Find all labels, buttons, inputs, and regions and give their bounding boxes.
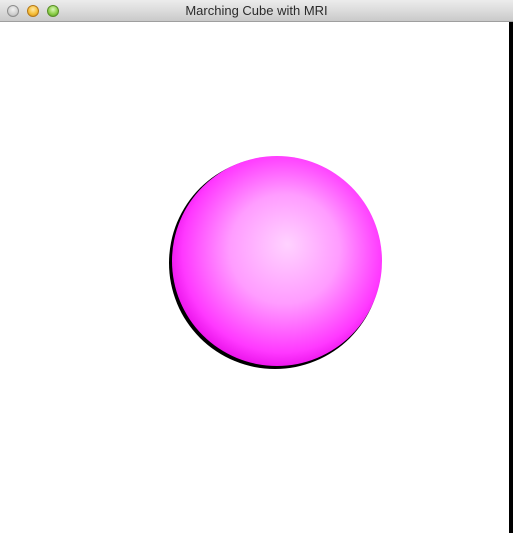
- sphere-body: [172, 156, 382, 366]
- rendered-sphere: [169, 156, 383, 370]
- render-canvas[interactable]: [0, 22, 509, 533]
- window-title: Marching Cube with MRI: [185, 3, 328, 18]
- title-bar[interactable]: Marching Cube with MRI: [0, 0, 513, 22]
- sphere-graphic: [169, 156, 382, 369]
- app-window: Marching Cube with MRI: [0, 0, 513, 533]
- window-right-border: [509, 22, 513, 533]
